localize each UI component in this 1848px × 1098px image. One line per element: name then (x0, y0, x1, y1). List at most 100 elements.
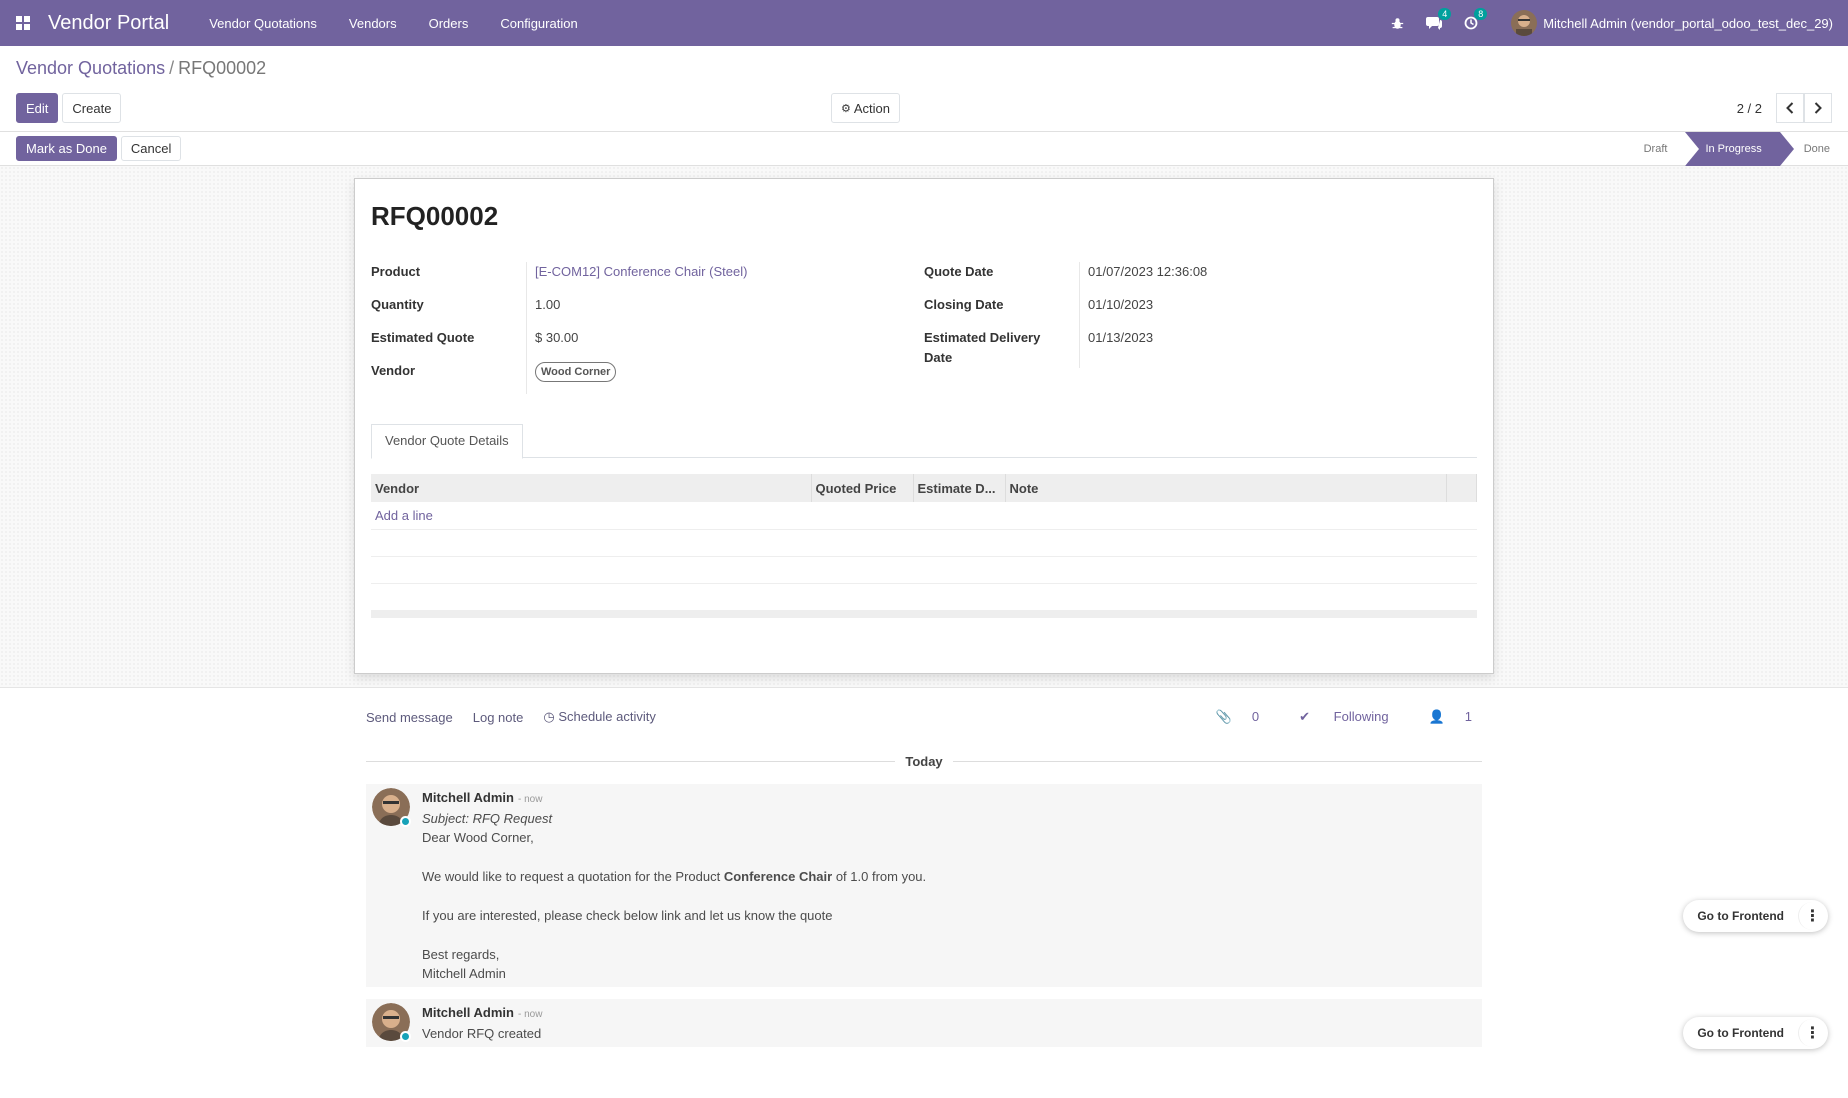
log-note-button[interactable]: Log note (473, 710, 524, 725)
online-status-icon (400, 1031, 411, 1042)
table-row (371, 529, 1477, 557)
more-vertical-icon[interactable]: ⋮ (1798, 902, 1826, 930)
clock-icon: ◷ (543, 709, 555, 724)
pager-previous-button[interactable] (1776, 93, 1804, 123)
go-to-frontend-button[interactable]: Go to Frontend (1683, 1026, 1798, 1040)
followers-count: 1 (1464, 709, 1472, 724)
cancel-button[interactable]: Cancel (120, 136, 182, 161)
messages-badge: 4 (1438, 8, 1452, 20)
notebook-tabs: Vendor Quote Details (371, 424, 1477, 459)
vendor-tag[interactable]: Wood Corner (535, 362, 617, 382)
status-step-draft[interactable]: Draft (1624, 132, 1686, 166)
action-label: Action (853, 100, 891, 116)
go-to-frontend-button[interactable]: Go to Frontend (1683, 909, 1798, 923)
column-note[interactable]: Note (1005, 474, 1447, 502)
column-actions (1446, 474, 1477, 502)
check-icon: ✔ (1299, 709, 1311, 724)
chevron-right-icon (1814, 102, 1822, 114)
author-avatar[interactable] (372, 1003, 411, 1042)
message-greeting: Dear Wood Corner, (422, 830, 534, 845)
schedule-activity-label: Schedule activity (558, 709, 656, 724)
table-row (371, 583, 1477, 611)
column-vendor[interactable]: Vendor (371, 474, 812, 502)
closing-date-value: 01/10/2023 (1079, 295, 1477, 328)
estimated-quote-label: Estimated Quote (371, 330, 475, 345)
create-button[interactable]: Create (62, 93, 122, 123)
edit-button[interactable]: Edit (16, 93, 59, 123)
top-navbar: Vendor Portal Vendor Quotations Vendors … (0, 0, 1848, 46)
debug-bug-icon[interactable] (1391, 17, 1404, 30)
following-button[interactable]: ✔ Following (1279, 709, 1388, 725)
pager: 2 / 2 (1737, 93, 1832, 123)
breadcrumb-vendor-quotations[interactable]: Vendor Quotations (16, 58, 165, 78)
status-step-in-progress[interactable]: In Progress (1685, 132, 1794, 166)
go-to-frontend-widget: Go to Frontend ⋮ (1683, 1017, 1828, 1049)
pager-value[interactable]: 2 / 2 (1737, 101, 1762, 116)
followers-button[interactable]: 👤 1 (1409, 709, 1472, 725)
messages-icon[interactable]: 4 (1426, 8, 1452, 30)
estimated-quote-value: $ 30.00 (526, 328, 924, 361)
go-to-frontend-widget: Go to Frontend ⋮ (1683, 900, 1828, 932)
author-avatar[interactable] (372, 788, 411, 827)
message-line-text-end: of 1.0 from you. (832, 869, 927, 884)
product-link[interactable]: [E-COM12] Conference Chair (Steel) (535, 264, 747, 279)
form-background: RFQ00002 Product [E-COM12] Conference Ch… (0, 166, 1848, 688)
date-separator-label: Today (905, 753, 943, 769)
mark-as-done-button[interactable]: Mark as Done (16, 136, 117, 161)
status-steps: Draft In Progress Done (1624, 132, 1848, 166)
activities-clock-icon[interactable]: 8 (1464, 8, 1488, 30)
quote-date-value: 01/07/2023 12:36:08 (1079, 262, 1477, 295)
fields-right: Quote Date 01/07/2023 12:36:08 Closing D… (924, 262, 1477, 394)
form-sheet: RFQ00002 Product [E-COM12] Conference Ch… (354, 178, 1494, 674)
breadcrumb-separator: / (169, 58, 175, 78)
message-subject: Subject: RFQ Request (422, 811, 553, 826)
chatter-message: Mitchell Admin - now Subject: RFQ Request… (366, 784, 1482, 987)
record-title: RFQ00002 (371, 201, 499, 231)
message-regards: Best regards, (422, 947, 500, 962)
message-line-2: If you are interested, please check belo… (422, 908, 833, 923)
message-time: - now (517, 1009, 543, 1020)
attachments-count: 0 (1251, 709, 1260, 724)
message-time: - now (517, 794, 543, 805)
activities-badge: 8 (1474, 8, 1488, 20)
vendor-label: Vendor (371, 363, 416, 378)
table-footer (371, 610, 1477, 618)
schedule-activity-button[interactable]: ◷ Schedule activity (543, 709, 656, 725)
user-icon: 👤 (1428, 709, 1445, 724)
message-product-name: Conference Chair (723, 869, 833, 884)
gear-icon: ⚙ (841, 102, 851, 115)
product-label: Product (371, 264, 421, 279)
breadcrumb-current: RFQ00002 (178, 58, 267, 78)
nav-vendors[interactable]: Vendors (333, 0, 413, 46)
nav-vendor-quotations[interactable]: Vendor Quotations (193, 0, 333, 46)
message-author[interactable]: Mitchell Admin (422, 790, 514, 805)
table-row (371, 556, 1477, 584)
user-menu[interactable]: Mitchell Admin (vendor_portal_odoo_test_… (1543, 16, 1833, 31)
send-message-button[interactable]: Send message (366, 710, 453, 725)
breadcrumb: Vendor Quotations / RFQ00002 (16, 58, 1832, 79)
message-line-text: We would like to request a quotation for… (422, 869, 724, 884)
app-brand[interactable]: Vendor Portal (48, 12, 169, 35)
estimated-delivery-date-label: Estimated Delivery Date (924, 330, 1041, 365)
user-avatar[interactable] (1511, 10, 1538, 36)
apps-menu-icon[interactable] (0, 0, 46, 46)
attachments-button[interactable]: 📎 0 (1196, 709, 1259, 725)
quantity-value: 1.00 (526, 295, 924, 328)
nav-configuration[interactable]: Configuration (484, 0, 593, 46)
date-separator: Today (366, 746, 1483, 776)
more-vertical-icon[interactable]: ⋮ (1798, 1019, 1826, 1047)
add-line-link[interactable]: Add a line (375, 508, 433, 523)
action-button[interactable]: ⚙ Action (831, 93, 901, 123)
estimated-delivery-date-value: 01/13/2023 (1079, 328, 1477, 368)
message-line: We would like to request a quotation for… (422, 867, 1476, 886)
tab-vendor-quote-details[interactable]: Vendor Quote Details (371, 424, 523, 459)
quote-date-label: Quote Date (924, 264, 994, 279)
online-status-icon (400, 816, 411, 827)
message-author[interactable]: Mitchell Admin (422, 1005, 514, 1020)
column-quoted-price[interactable]: Quoted Price (811, 474, 914, 502)
pager-next-button[interactable] (1804, 93, 1832, 123)
chevron-left-icon (1786, 102, 1794, 114)
nav-orders[interactable]: Orders (413, 0, 485, 46)
vendor-quote-table: Vendor Quoted Price Estimate D... Note A… (371, 474, 1477, 618)
column-estimate-date[interactable]: Estimate D... (913, 474, 1006, 502)
